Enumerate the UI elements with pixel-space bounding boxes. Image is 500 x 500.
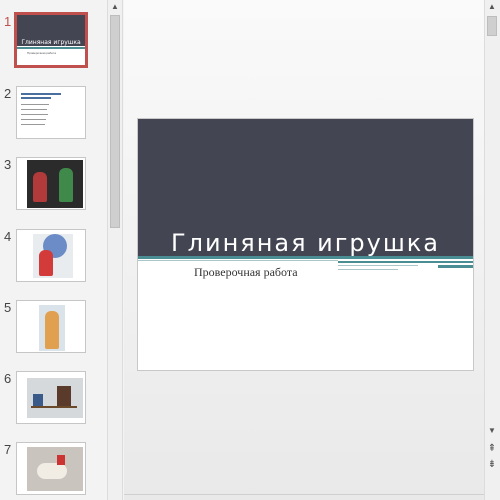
- thumb-figure: [57, 386, 71, 406]
- slide-thumbnail-4[interactable]: [16, 229, 86, 282]
- scrollbar-thumb[interactable]: [110, 15, 120, 228]
- accent-stripe: [138, 256, 473, 259]
- thumbnail-number: 3: [4, 157, 12, 172]
- slide-thumbnail-7[interactable]: [16, 442, 86, 495]
- previous-slide-icon[interactable]: ⇞: [485, 442, 499, 456]
- thumb-text-line: [21, 119, 46, 120]
- slide-editor: Глиняная игрушка Проверочная работа: [124, 0, 484, 500]
- thumb-figure: [37, 463, 67, 479]
- thumbnail-number: 2: [4, 86, 12, 101]
- divider: [124, 494, 484, 495]
- editor-scrollbar[interactable]: ▲ ▼ ⇞ ⇟: [484, 0, 500, 500]
- thumb-text-line: [21, 109, 47, 110]
- thumbnail-number: 4: [4, 229, 12, 244]
- thumbnail-number: 1: [4, 14, 12, 29]
- thumb-figure: [33, 172, 47, 202]
- thumb-heading-line: [21, 93, 61, 95]
- thumb-title: Глиняная игрушка: [21, 39, 81, 46]
- slide-thumbnail-3[interactable]: [16, 157, 86, 210]
- scroll-up-icon[interactable]: ▲: [485, 0, 499, 14]
- accent-stripe: [438, 265, 473, 268]
- thumbnail-number: 6: [4, 371, 12, 386]
- thumb-shape: [31, 406, 77, 408]
- thumb-shape: [57, 455, 65, 465]
- thumb-figure: [45, 311, 59, 349]
- thumb-text-line: [21, 104, 49, 105]
- thumb-stripe: [17, 47, 85, 49]
- slide-thumbnail-5[interactable]: [16, 300, 86, 353]
- slide-title[interactable]: Глиняная игрушка: [138, 229, 473, 257]
- accent-stripe: [338, 261, 473, 263]
- thumb-figure: [39, 250, 53, 276]
- slide-thumbnail-1[interactable]: Глиняная игрушка Проверочная работа: [14, 12, 88, 68]
- accent-stripe: [338, 269, 398, 270]
- scroll-down-icon[interactable]: ▼: [485, 424, 499, 438]
- scroll-up-icon[interactable]: ▲: [108, 0, 122, 14]
- thumb-figure: [59, 168, 73, 202]
- slide-thumbnail-2[interactable]: [16, 86, 86, 139]
- thumb-figure: [33, 394, 43, 406]
- scrollbar-thumb[interactable]: [487, 16, 497, 36]
- slide-thumbnail-6[interactable]: [16, 371, 86, 424]
- thumbnail-number: 5: [4, 300, 12, 315]
- slide-thumbnail-pane: 1 Глиняная игрушка Проверочная работа 2 …: [0, 0, 106, 500]
- thumb-text-line: [21, 114, 48, 115]
- thumbnail-number: 7: [4, 442, 12, 457]
- thumb-heading-line: [21, 97, 51, 99]
- thumbnail-scrollbar[interactable]: ▲: [107, 0, 123, 500]
- thumb-text-line: [21, 124, 45, 125]
- slide-canvas[interactable]: Глиняная игрушка Проверочная работа: [137, 118, 474, 371]
- slide-subtitle[interactable]: Проверочная работа: [194, 265, 298, 280]
- thumb-subtitle: Проверочная работа: [27, 51, 57, 55]
- accent-stripe: [338, 265, 418, 266]
- next-slide-icon[interactable]: ⇟: [485, 458, 499, 472]
- accent-stripe: [138, 260, 338, 261]
